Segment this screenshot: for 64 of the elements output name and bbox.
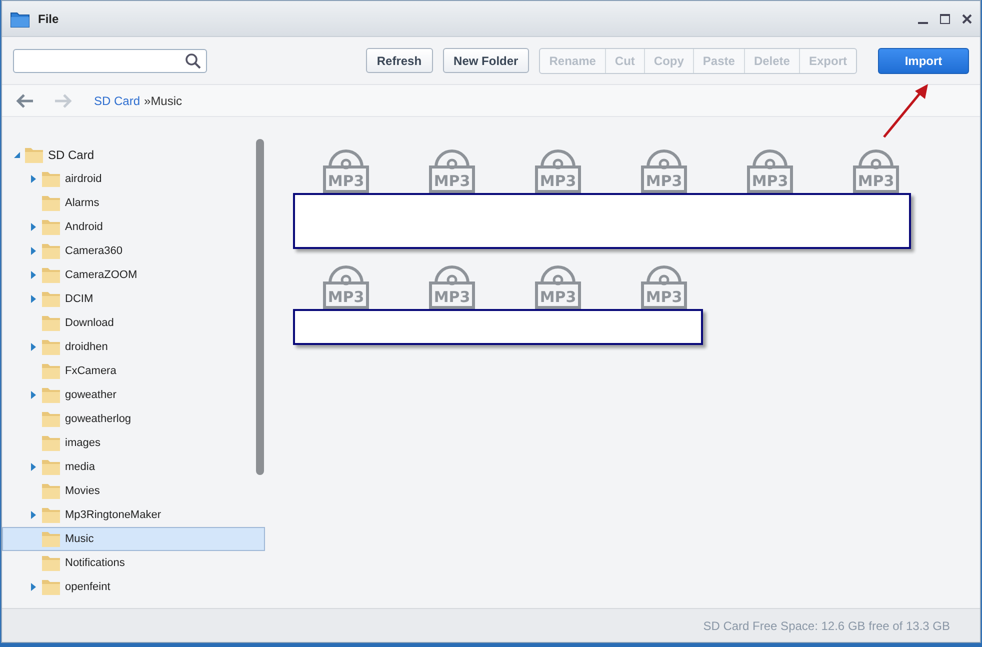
expand-triangle-icon[interactable] <box>31 343 36 351</box>
close-icon[interactable] <box>962 14 972 24</box>
back-arrow-icon[interactable] <box>16 94 34 108</box>
folder-icon <box>41 290 61 308</box>
tree-item[interactable]: DCIM <box>65 290 94 308</box>
tree-item[interactable]: openfeint <box>65 578 110 596</box>
tree-item[interactable]: Alarms <box>65 194 100 212</box>
tree-item[interactable]: Movies <box>65 482 100 500</box>
expand-triangle-icon[interactable] <box>31 247 36 255</box>
folder-icon <box>10 10 30 28</box>
expand-triangle-icon[interactable] <box>31 463 36 471</box>
folder-icon <box>41 362 61 380</box>
search-icon[interactable] <box>185 52 201 68</box>
folder-icon <box>41 434 61 452</box>
expand-triangle-icon[interactable] <box>31 271 36 279</box>
expand-triangle-icon[interactable] <box>31 511 36 519</box>
folder-icon <box>41 410 61 428</box>
breadcrumb-link[interactable]: SD Card <box>94 92 140 110</box>
folder-icon <box>41 242 61 260</box>
expand-triangle-icon[interactable] <box>31 295 36 303</box>
folder-icon <box>41 578 61 596</box>
scrollbar[interactable] <box>256 139 264 475</box>
folder-icon <box>24 146 44 164</box>
selected-tree-item[interactable]: Music <box>2 527 265 551</box>
tree-item[interactable]: goweatherlog <box>65 410 132 428</box>
maximize-icon[interactable] <box>940 14 950 24</box>
expand-triangle-icon[interactable] <box>31 583 36 591</box>
expand-triangle-icon[interactable] <box>31 175 36 183</box>
folder-icon <box>41 458 61 476</box>
expand-triangle-icon[interactable] <box>31 391 36 399</box>
tree-item[interactable]: images <box>65 434 100 452</box>
folder-icon <box>41 314 61 332</box>
folder-icon <box>41 338 61 356</box>
import-button[interactable]: Import <box>878 48 969 74</box>
tree-item[interactable]: Android <box>65 218 103 236</box>
toolbar-button[interactable]: New Folder <box>442 48 530 73</box>
folder-icon <box>41 554 61 572</box>
tree-item[interactable]: droidhen <box>65 338 108 356</box>
tree-item[interactable]: goweather <box>65 386 116 404</box>
tree-item[interactable]: airdroid <box>65 170 102 188</box>
folder-icon <box>41 530 61 548</box>
folder-icon <box>41 170 61 188</box>
search-field[interactable] <box>13 48 207 72</box>
tree-item[interactable]: Camera360 <box>65 242 122 260</box>
tree-item[interactable]: Download <box>65 314 114 332</box>
status-text: SD Card Free Space: 12.6 GB free of 13.3 GB <box>703 618 950 634</box>
folder-icon <box>41 506 61 524</box>
tree-item[interactable]: FxCamera <box>65 362 116 380</box>
folder-icon <box>41 218 61 236</box>
breadcrumb-current: »Music <box>144 92 182 110</box>
tree-item[interactable]: media <box>65 458 95 476</box>
tree-item[interactable]: Mp3RingtoneMaker <box>65 506 161 524</box>
folder-icon <box>41 386 61 404</box>
toolbar-button[interactable]: Refresh <box>366 48 433 73</box>
folder-icon <box>41 194 61 212</box>
tree-item[interactable]: SD Card <box>48 146 94 164</box>
collapse-triangle-icon[interactable] <box>14 152 20 158</box>
arrow-annotation <box>881 82 931 140</box>
folder-icon <box>41 266 61 284</box>
tree-item[interactable]: CameraZOOM <box>65 266 138 284</box>
window-title: File <box>38 10 59 28</box>
folder-icon <box>41 482 61 500</box>
expand-triangle-icon[interactable] <box>31 223 36 231</box>
tree-item[interactable]: Notifications <box>65 554 125 572</box>
